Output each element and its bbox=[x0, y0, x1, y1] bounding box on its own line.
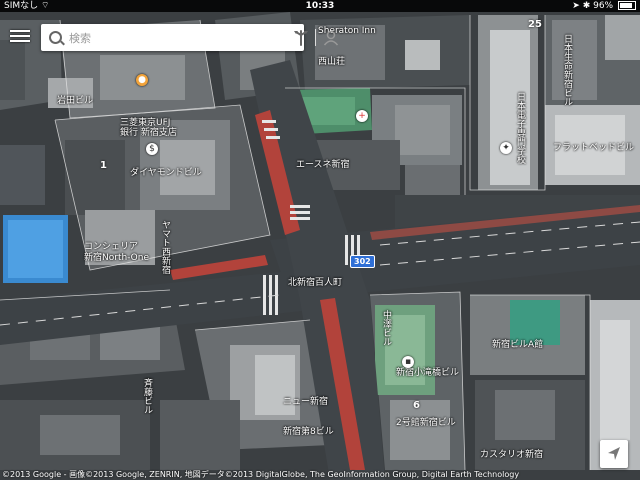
map-label-nishi-shinjuku-bldg: 日本生命新宿ビル bbox=[562, 34, 572, 106]
poi-bank-icon[interactable]: $ bbox=[146, 143, 158, 155]
location-services-icon: ➤ bbox=[572, 1, 580, 11]
map-label-bunka-bldg: 新宿ビルA館 bbox=[492, 340, 544, 350]
battery-percent: 96% bbox=[593, 1, 614, 11]
battery-area: ➤ ✱ 96% bbox=[572, 0, 636, 12]
map-label-kita-shinjuku-crossing: 北新宿百人町 bbox=[288, 278, 343, 288]
route-302-shield: 302 bbox=[350, 255, 375, 268]
map-label-omoide: ヤマト西新宿 bbox=[160, 220, 170, 274]
block-number-25: 25 bbox=[528, 19, 542, 30]
block-number-6: 6 bbox=[413, 400, 420, 411]
map-label-iwata-bldg: 岩田ビル bbox=[57, 96, 94, 106]
battery-icon bbox=[618, 1, 636, 10]
map-label-diamond-bldg: ダイヤモンドビル bbox=[130, 168, 202, 178]
map-label-concierge: コンシェリア bbox=[84, 242, 139, 252]
map-label-ogikubo-bldg: 2号館新宿ビル bbox=[396, 418, 456, 428]
search-icon bbox=[49, 31, 62, 44]
directions-icon[interactable] bbox=[291, 28, 311, 48]
map-label-nishi-shinjuku-6: 新宿小滝橋ビル bbox=[396, 368, 460, 378]
poi-restaurant-icon[interactable]: ● bbox=[136, 74, 148, 86]
location-arrow-icon[interactable] bbox=[600, 440, 628, 468]
status-bar: SIMなし ⌔ 10:33 ➤ ✱ 96% bbox=[0, 0, 640, 12]
map-label-flamme-bldg: フラットベッドビル bbox=[553, 143, 635, 153]
map-label-ace-cinema: エースネ新宿 bbox=[296, 160, 350, 170]
satellite-imagery bbox=[0, 0, 640, 480]
map-attribution: ©2013 Google - 画像©2013 Google, ZENRIN, 地… bbox=[2, 470, 520, 479]
menu-icon[interactable] bbox=[10, 27, 30, 49]
search-bar[interactable] bbox=[41, 24, 339, 51]
search-separator bbox=[315, 29, 316, 46]
clock: 10:33 bbox=[305, 1, 335, 11]
account-icon[interactable] bbox=[321, 28, 341, 48]
block-number-1: 1 bbox=[100, 160, 107, 171]
aerial-map[interactable]: Sheraton Inn 西山荘 岩田ビル 三菱東京UFJ 銀行 新宿支店 ダイ… bbox=[0, 0, 640, 480]
map-label-new-shinjuku: ニュー新宿 bbox=[283, 397, 329, 407]
map-label-shinjuku-bldg: 新宿第8ビル bbox=[283, 427, 334, 437]
poi-school-icon[interactable]: ✦ bbox=[500, 142, 512, 154]
bluetooth-icon: ✱ bbox=[582, 1, 591, 11]
map-label-concierge-north: 新宿North-One bbox=[84, 253, 149, 263]
search-input[interactable] bbox=[67, 28, 271, 48]
map-label-cass-bldg: カスタリオ新宿 bbox=[480, 450, 544, 460]
map-label-tokyo-bldg: 斉藤ビル bbox=[142, 378, 152, 414]
map-label-kanto-gakuin: 日本電子専門学校 bbox=[515, 92, 525, 164]
map-label-mufg-bank: 三菱東京UFJ 銀行 新宿支店 bbox=[120, 118, 177, 138]
map-label-yamanote-bldg: 中澤ビル bbox=[381, 310, 391, 346]
poi-hospital-icon[interactable]: + bbox=[356, 110, 368, 122]
map-label-building-top: 西山荘 bbox=[318, 57, 346, 67]
poi-building-icon[interactable]: ▪ bbox=[402, 356, 414, 368]
